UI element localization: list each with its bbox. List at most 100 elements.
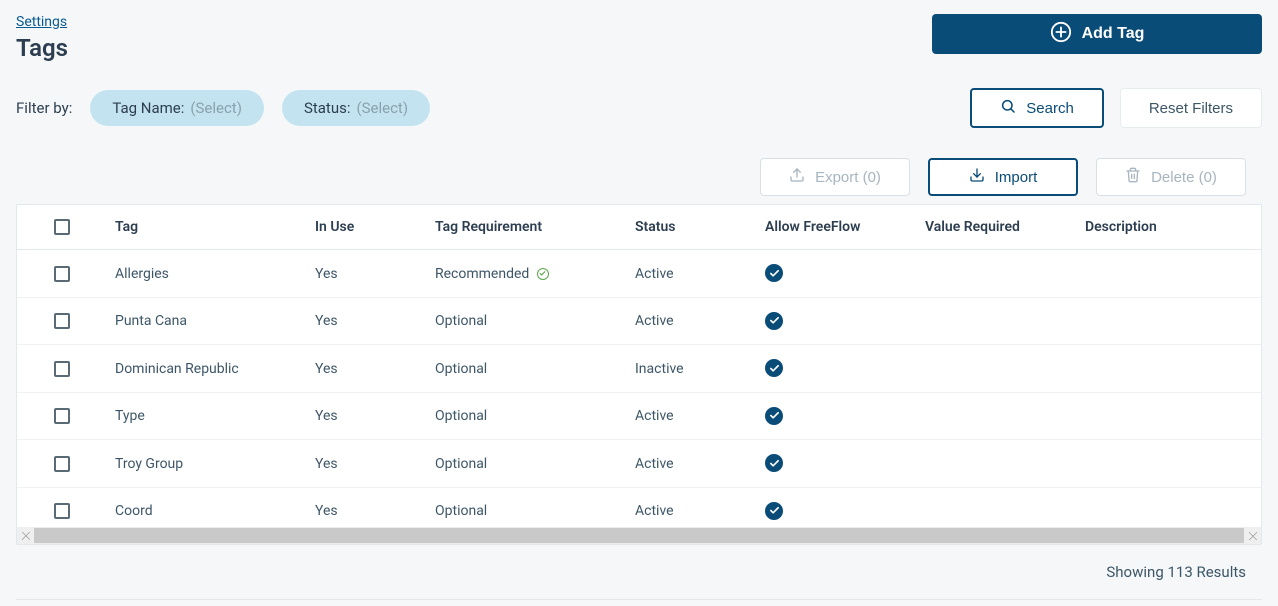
col-header-tag[interactable]: Tag (107, 205, 307, 249)
select-all-checkbox[interactable] (54, 219, 70, 235)
table-row[interactable]: TypeYesOptionalActive (17, 392, 1261, 440)
filter-pill-key: Tag Name: (112, 99, 184, 117)
cell-in-use: Yes (307, 250, 427, 297)
row-checkbox[interactable] (54, 361, 70, 377)
export-button[interactable]: Export (0) (760, 158, 910, 196)
cell-description (1077, 392, 1261, 440)
row-checkbox[interactable] (54, 503, 70, 519)
filter-pill-key: Status: (304, 99, 351, 117)
cell-requirement: Optional (427, 440, 627, 488)
cell-in-use: Yes (307, 487, 427, 527)
page-title: Tags (16, 34, 68, 62)
cell-freeflow (757, 440, 917, 488)
results-count: 113 (1167, 563, 1192, 581)
results-suffix: Results (1193, 563, 1246, 581)
horizontal-scrollbar[interactable] (17, 527, 1261, 544)
col-header-status[interactable]: Status (627, 205, 757, 249)
cell-tag: Punta Cana (107, 297, 307, 345)
cell-tag: Allergies (107, 250, 307, 297)
trash-icon (1125, 167, 1141, 187)
cell-status: Active (627, 297, 757, 345)
cell-status: Active (627, 440, 757, 488)
cell-status: Active (627, 392, 757, 440)
cell-status: Active (627, 250, 757, 297)
check-circle-icon (765, 312, 783, 330)
cell-tag: Coord (107, 487, 307, 527)
filter-pill-status[interactable]: Status: (Select) (282, 90, 430, 126)
cell-description (1077, 297, 1261, 345)
check-circle-icon (765, 502, 783, 520)
check-circle-icon (765, 264, 783, 282)
cell-requirement: Optional (427, 392, 627, 440)
col-header-value-required[interactable]: Value Required (917, 205, 1077, 249)
cell-freeflow (757, 345, 917, 393)
cell-requirement: Recommended (427, 250, 627, 297)
table-row[interactable]: Dominican RepublicYesOptionalInactive (17, 345, 1261, 393)
results-footer: Showing 113 Results (16, 545, 1262, 600)
check-circle-icon (765, 454, 783, 472)
col-header-description[interactable]: Description (1077, 205, 1261, 249)
cell-status: Active (627, 487, 757, 527)
export-icon (789, 167, 805, 187)
results-prefix: Showing (1106, 563, 1167, 581)
cell-status: Inactive (627, 345, 757, 393)
scrollbar-thumb[interactable] (34, 528, 1244, 543)
recommended-check-icon (537, 268, 549, 280)
check-circle-icon (765, 407, 783, 425)
cell-description (1077, 250, 1261, 297)
breadcrumb-settings-link[interactable]: Settings (16, 14, 67, 30)
cell-requirement: Optional (427, 297, 627, 345)
search-button[interactable]: Search (970, 88, 1104, 128)
row-checkbox[interactable] (54, 456, 70, 472)
cell-in-use: Yes (307, 297, 427, 345)
row-checkbox[interactable] (54, 266, 70, 282)
cell-in-use: Yes (307, 440, 427, 488)
table-header-row: Tag In Use Tag Requirement Status Allow … (17, 205, 1261, 249)
delete-button[interactable]: Delete (0) (1096, 158, 1246, 196)
search-icon (1000, 98, 1016, 118)
add-tag-label: Add Tag (1082, 25, 1145, 43)
cell-value-required (917, 392, 1077, 440)
cell-requirement: Optional (427, 487, 627, 527)
cell-in-use: Yes (307, 345, 427, 393)
filter-pill-tag-name[interactable]: Tag Name: (Select) (90, 90, 264, 126)
search-label: Search (1026, 100, 1074, 117)
cell-value-required (917, 345, 1077, 393)
col-header-in-use[interactable]: In Use (307, 205, 427, 249)
filter-pill-value: (Select) (356, 99, 408, 117)
col-header-freeflow[interactable]: Allow FreeFlow (757, 205, 917, 249)
table-row[interactable]: AllergiesYesRecommended Active (17, 250, 1261, 297)
import-button[interactable]: Import (928, 158, 1078, 196)
reset-filters-button[interactable]: Reset Filters (1120, 88, 1262, 128)
table-row[interactable]: Troy GroupYesOptionalActive (17, 440, 1261, 488)
table-row[interactable]: CoordYesOptionalActive (17, 487, 1261, 527)
cell-tag: Dominican Republic (107, 345, 307, 393)
cell-tag: Troy Group (107, 440, 307, 488)
reset-filters-label: Reset Filters (1149, 100, 1233, 117)
row-checkbox[interactable] (54, 313, 70, 329)
cell-value-required (917, 440, 1077, 488)
cell-value-required (917, 487, 1077, 527)
cell-in-use: Yes (307, 392, 427, 440)
tags-table: Tag In Use Tag Requirement Status Allow … (16, 204, 1262, 545)
add-tag-button[interactable]: Add Tag (932, 14, 1262, 54)
cell-freeflow (757, 297, 917, 345)
cell-freeflow (757, 392, 917, 440)
plus-circle-icon (1050, 21, 1072, 48)
check-circle-icon (765, 359, 783, 377)
cell-description (1077, 440, 1261, 488)
delete-label: Delete (0) (1151, 169, 1217, 186)
import-icon (969, 167, 985, 187)
cell-freeflow (757, 487, 917, 527)
cell-value-required (917, 250, 1077, 297)
filter-by-label: Filter by: (16, 99, 72, 117)
export-label: Export (0) (815, 169, 881, 186)
cell-description (1077, 345, 1261, 393)
table-row[interactable]: Punta CanaYesOptionalActive (17, 297, 1261, 345)
cell-freeflow (757, 250, 917, 297)
cell-value-required (917, 297, 1077, 345)
table-scroll-area[interactable]: AllergiesYesRecommended ActivePunta Cana… (17, 249, 1261, 527)
col-header-requirement[interactable]: Tag Requirement (427, 205, 627, 249)
row-checkbox[interactable] (54, 408, 70, 424)
cell-tag: Type (107, 392, 307, 440)
